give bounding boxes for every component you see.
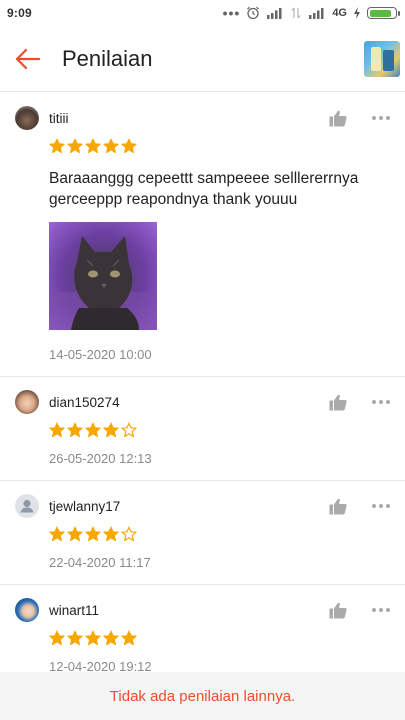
more-options-button[interactable] [370,392,392,412]
username[interactable]: winart11 [49,603,328,618]
star-filled-icon [121,630,137,646]
data-icon [291,7,301,19]
thumbs-up-icon [329,394,347,410]
review-item: dian150274 26-05-2020 12:13 [0,377,405,481]
star-filled-icon [49,138,65,154]
star-filled-icon [85,630,101,646]
dots-icon: ••• [222,5,241,21]
avatar[interactable] [15,106,39,130]
avatar[interactable] [15,390,39,414]
star-filled-icon [67,422,83,438]
product-thumbnail[interactable] [364,40,400,77]
star-rating [49,422,391,438]
status-icons: ••• 4G [222,5,400,21]
avatar[interactable] [15,598,39,622]
signal-icon [309,8,324,19]
thumbs-up-icon [329,498,347,514]
status-bar: 9:09 ••• 4G [0,0,405,26]
alarm-icon [247,6,260,20]
star-filled-icon [103,138,119,154]
star-filled-icon [85,138,101,154]
default-avatar-icon [20,499,34,513]
like-button[interactable] [328,600,348,620]
star-filled-icon [67,138,83,154]
battery-level [369,9,391,17]
charging-icon [354,7,360,19]
star-filled-icon [121,138,137,154]
more-icon [372,504,390,508]
star-rating [49,526,391,542]
battery-icon [367,7,400,19]
username[interactable]: tjewlanny17 [49,499,328,514]
star-filled-icon [49,526,65,542]
review-date: 22-04-2020 11:17 [49,555,151,570]
more-icon [372,116,390,120]
star-filled-icon [49,630,65,646]
app-bar: Penilaian [0,26,405,92]
thumbs-up-icon [329,110,347,126]
more-icon [372,608,390,612]
cat-photo [49,222,157,330]
star-filled-icon [85,526,101,542]
like-button[interactable] [328,496,348,516]
star-filled-icon [67,630,83,646]
back-button[interactable] [0,26,54,92]
star-filled-icon [103,630,119,646]
footer-banner: Tidak ada penilaian lainnya. [0,672,405,720]
username[interactable]: dian150274 [49,395,328,410]
review-text: Baraaanggg cepeettt sampeeee selllererrn… [49,170,359,208]
review-item: tjewlanny17 22-04-2020 11:17 [0,481,405,585]
thumbs-up-icon [329,602,347,618]
more-options-button[interactable] [370,600,392,620]
star-filled-icon [67,526,83,542]
no-more-reviews-text: Tidak ada penilaian lainnya. [109,687,296,705]
signal-icon [267,8,282,19]
like-button[interactable] [328,392,348,412]
star-filled-icon [85,422,101,438]
star-filled-icon [49,422,65,438]
like-button[interactable] [328,108,348,128]
review-item: titiii Baraaanggg cepeettt sampeeee sell… [0,93,405,377]
arrow-left-icon [15,48,40,69]
page-title: Penilaian [62,45,153,71]
more-icon [372,400,390,404]
review-list: titiii Baraaanggg cepeettt sampeeee sell… [0,93,405,688]
star-empty-icon [121,422,137,438]
status-time: 9:09 [7,6,32,20]
review-photo[interactable] [49,222,157,330]
more-options-button[interactable] [370,496,392,516]
more-options-button[interactable] [370,108,392,128]
star-empty-icon [121,526,137,542]
star-filled-icon [103,422,119,438]
star-rating [49,138,391,154]
star-filled-icon [103,526,119,542]
username[interactable]: titiii [49,111,328,126]
network-type: 4G [332,7,347,19]
avatar[interactable] [15,494,39,518]
review-date: 14-05-2020 10:00 [49,347,152,362]
star-rating [49,630,391,646]
review-date: 26-05-2020 12:13 [49,451,152,466]
